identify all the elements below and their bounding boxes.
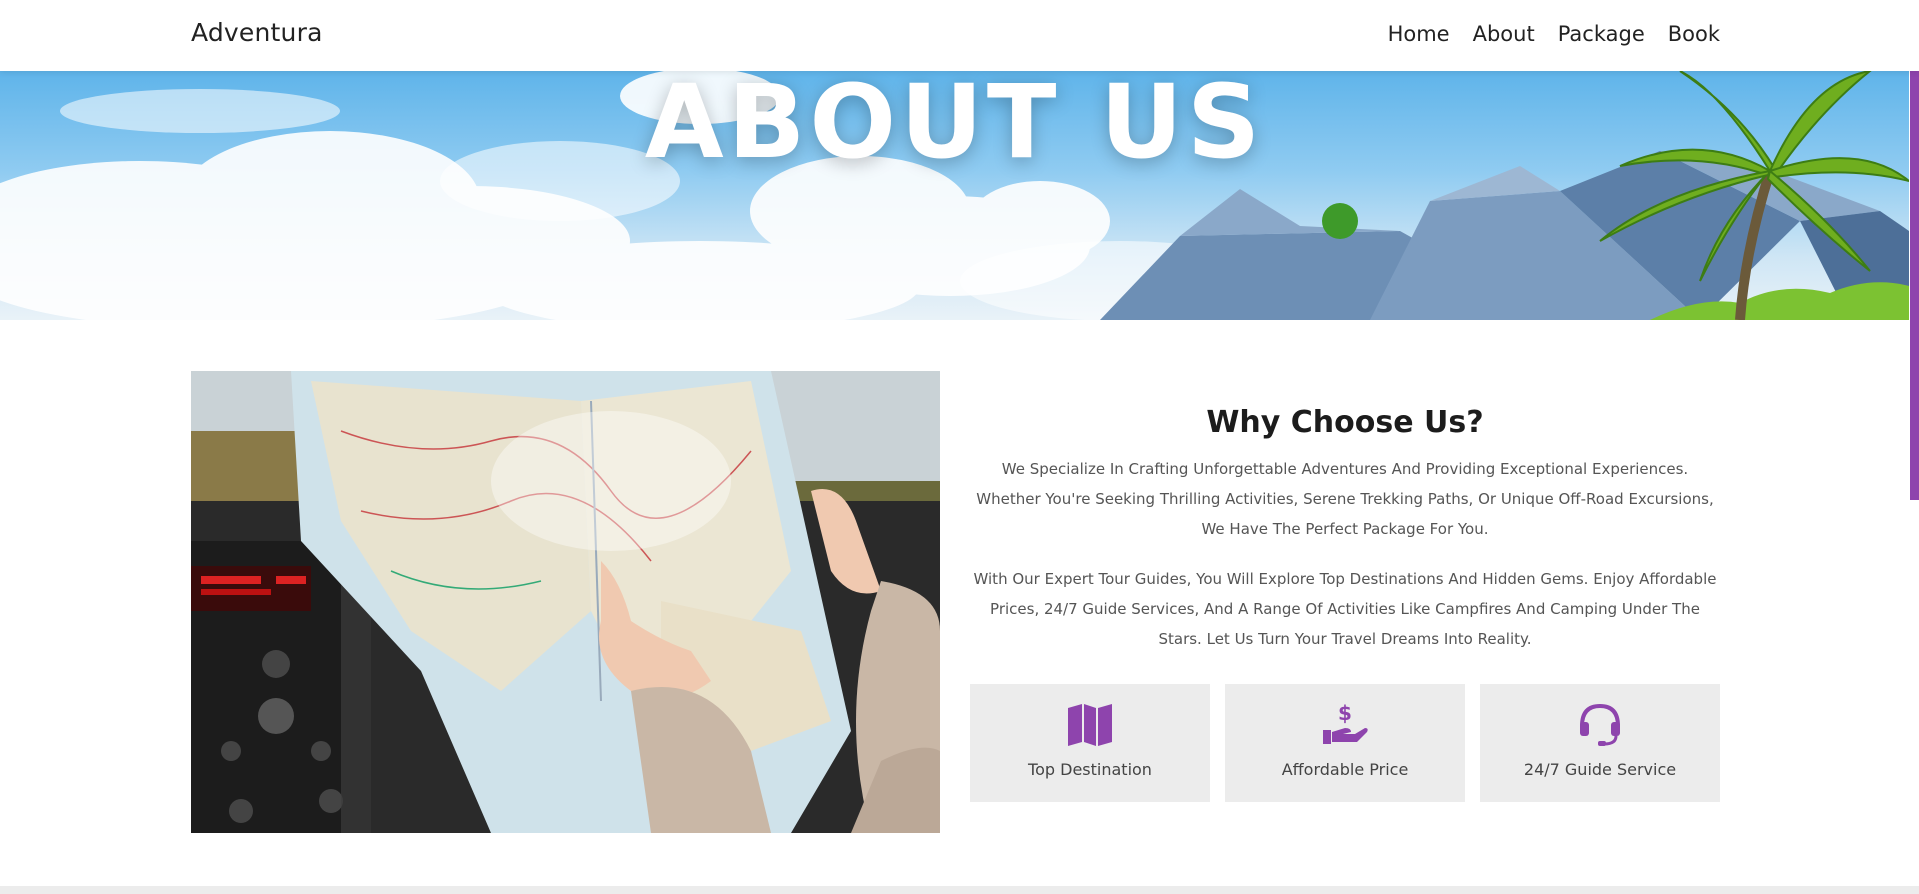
map-icon	[1068, 704, 1112, 746]
why-choose-us-section: Why Choose Us? We Specialize In Crafting…	[970, 405, 1720, 674]
feature-card-top-destination: Top Destination	[970, 684, 1210, 802]
headset-icon	[1580, 703, 1620, 746]
svg-text:$: $	[1338, 702, 1352, 725]
nav-link-home[interactable]: Home	[1388, 22, 1450, 46]
section-title: Why Choose Us?	[1206, 405, 1484, 440]
feature-label: Top Destination	[1028, 760, 1152, 779]
hero-banner: ABOUT US	[0, 71, 1909, 320]
intro-paragraph: We Specialize In Crafting Unforgettable …	[976, 460, 1714, 538]
brand-logo[interactable]: Adventura	[191, 18, 323, 47]
footer-divider	[0, 886, 1919, 894]
nav-link-about[interactable]: About	[1473, 22, 1535, 46]
nav-link-book[interactable]: Book	[1668, 22, 1720, 46]
details-paragraph: With Our Expert Tour Guides, You Will Ex…	[973, 570, 1717, 648]
navbar: Adventura Home About Package Book	[0, 0, 1919, 71]
feature-card-affordable-price: $ Affordable Price	[1225, 684, 1465, 802]
about-image-map-reading	[191, 371, 940, 833]
nav-links: Home About Package Book	[1388, 22, 1720, 46]
features-row: Top Destination $ Affordable Price 24/7 …	[970, 684, 1720, 802]
feature-label: Affordable Price	[1281, 760, 1409, 779]
hand-dollar-icon: $	[1323, 702, 1368, 744]
nav-link-package[interactable]: Package	[1558, 22, 1645, 46]
feature-card-guide-service: 24/7 Guide Service	[1480, 684, 1720, 802]
scrollbar-thumb[interactable]	[1910, 60, 1919, 500]
hero-title: ABOUT US	[644, 71, 1265, 182]
feature-label: 24/7 Guide Service	[1523, 760, 1677, 779]
